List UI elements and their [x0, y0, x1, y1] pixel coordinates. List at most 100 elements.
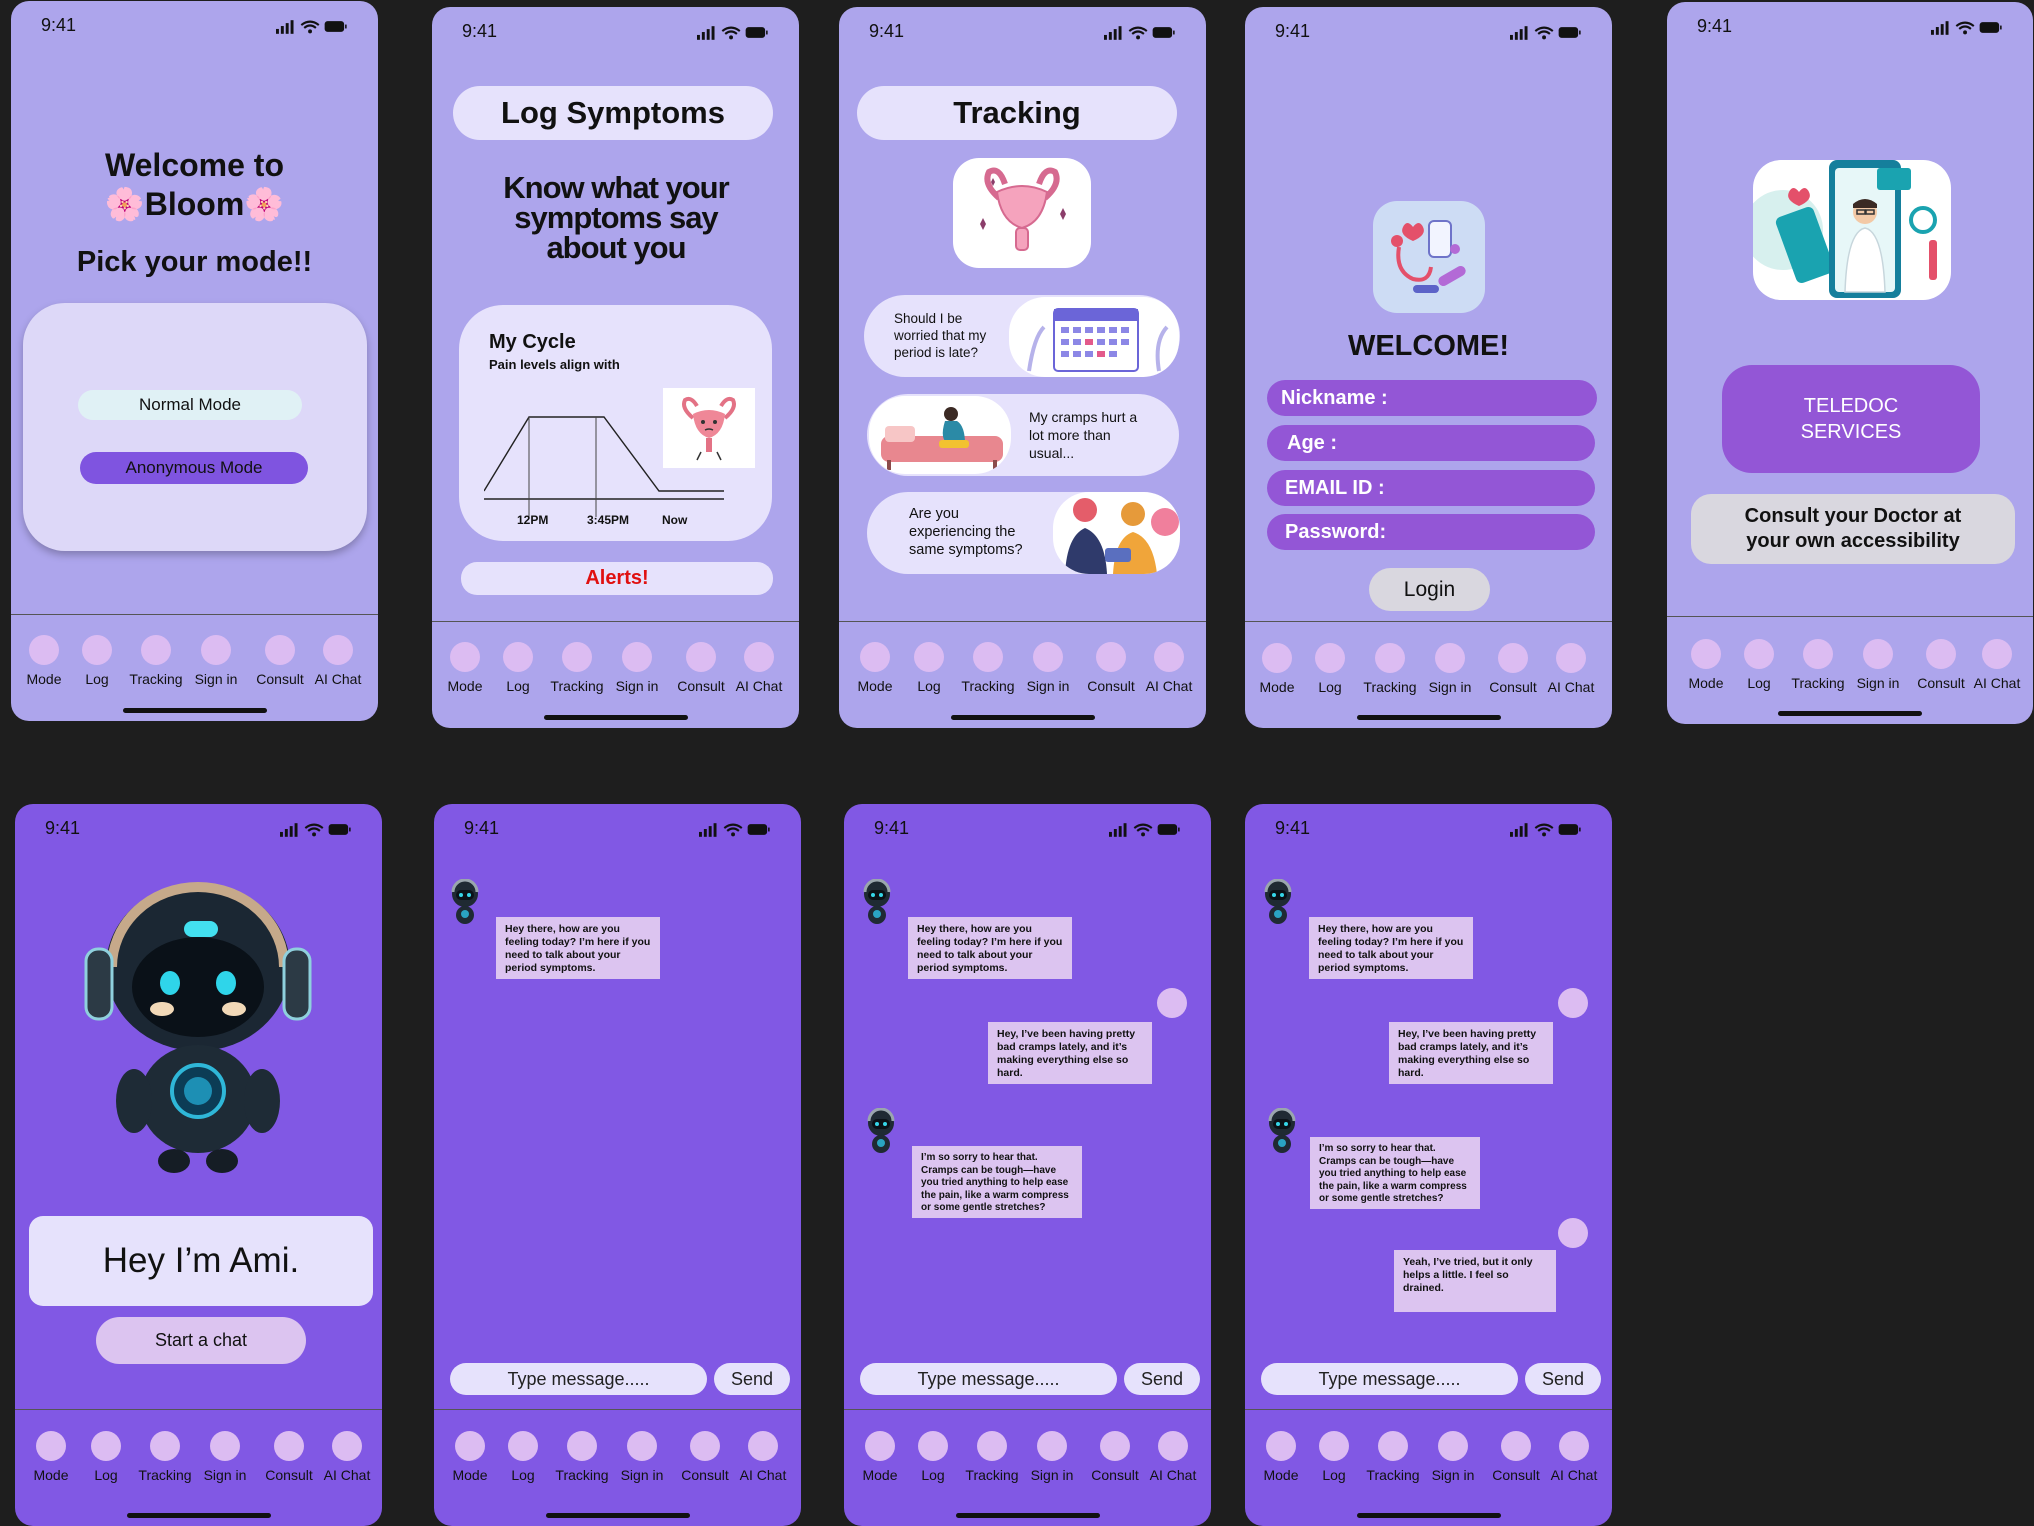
bottom-nav: Mode Log Tracking Sign in Consult AI Cha…: [11, 623, 378, 713]
bottom-nav: Mode Log Tracking Sign in Consult AI Cha…: [844, 1419, 1211, 1509]
nav-dot-icon: [1501, 1431, 1531, 1461]
message-input[interactable]: Type message.....: [450, 1363, 707, 1395]
nav-ai-chat[interactable]: AI Chat: [1531, 643, 1611, 695]
friends-illustration: [1053, 492, 1180, 574]
alerts-button[interactable]: Alerts!: [461, 562, 773, 595]
bottom-nav: Mode Log Tracking Sign in Consult AI Cha…: [15, 1419, 382, 1509]
nav-divider: [1245, 621, 1612, 622]
email-field[interactable]: EMAIL ID :: [1267, 470, 1595, 506]
status-time: 9:41: [45, 818, 81, 838]
nav-ai-chat[interactable]: AI Chat: [723, 1431, 801, 1483]
consult-doctor-button[interactable]: Consult your Doctor at your own accessib…: [1691, 494, 2015, 564]
nav-dot-icon: [1744, 639, 1774, 669]
page-title: Tracking: [857, 86, 1177, 140]
bot-avatar-icon: [862, 879, 892, 925]
bottom-nav: Mode Log Tracking Sign in Consult AI Cha…: [1245, 1419, 1612, 1509]
status-bar: 9:41: [432, 7, 799, 57]
nav-dot-icon: [141, 635, 171, 665]
nav-divider: [1245, 1409, 1612, 1410]
pick-mode-heading: Pick your mode!!: [76, 246, 313, 278]
uterus-illustration: [953, 158, 1091, 268]
ami-greeting-card: Hey I’m Ami.: [29, 1216, 373, 1306]
home-indicator: [1778, 711, 1922, 716]
nav-ai-chat[interactable]: AI Chat: [1957, 639, 2033, 691]
signal-wifi-battery-icon: [280, 822, 352, 838]
nav-dot-icon: [1982, 639, 2012, 669]
screen-tracking: 9:41 Tracking Should I be worried that m…: [839, 7, 1206, 728]
nav-ai-chat[interactable]: AI Chat: [307, 1431, 382, 1483]
password-field[interactable]: Password:: [1267, 514, 1595, 550]
bot-avatar-icon: [866, 1108, 896, 1154]
tick-12pm: 12PM: [517, 513, 549, 527]
status-time: 9:41: [464, 818, 500, 838]
nav-dot-icon: [1498, 643, 1528, 673]
anonymous-mode-button[interactable]: Anonymous Mode: [80, 452, 308, 484]
nav-dot-icon: [503, 642, 533, 672]
nav-divider: [434, 1409, 801, 1410]
nav-ai-chat[interactable]: AI Chat: [1129, 642, 1206, 694]
bot-message: Hey there, how are you feeling today? I’…: [1309, 917, 1473, 979]
status-time: 9:41: [1275, 818, 1311, 838]
bot-avatar-icon: [1263, 879, 1293, 925]
nav-ai-chat[interactable]: AI Chat: [298, 635, 378, 687]
send-button[interactable]: Send: [1525, 1363, 1601, 1395]
nav-dot-icon: [1037, 1431, 1067, 1461]
status-time: 9:41: [1697, 16, 1733, 36]
bot-message: Hey there, how are you feeling today? I’…: [496, 917, 660, 979]
screen-sign-in: 9:41 WELCOME! Nickname : Age : EMAIL ID …: [1245, 7, 1612, 728]
send-button[interactable]: Send: [714, 1363, 790, 1395]
send-button[interactable]: Send: [1124, 1363, 1200, 1395]
nav-divider: [11, 614, 378, 615]
nav-dot-icon: [627, 1431, 657, 1461]
nav-dot-icon: [332, 1431, 362, 1461]
screen-ami: 9:41 Hey I’m Ami. Start a chat Mode Log …: [15, 804, 382, 1526]
home-indicator: [543, 715, 688, 720]
message-input[interactable]: Type message.....: [860, 1363, 1117, 1395]
bottom-nav: Mode Log Tracking Sign in Consult AI Cha…: [1245, 631, 1612, 721]
nav-dot-icon: [1096, 642, 1126, 672]
nav-dot-icon: [1438, 1431, 1468, 1461]
woman-on-couch-icon: [881, 407, 1003, 470]
nav-dot-icon: [150, 1431, 180, 1461]
welcome-heading: Welcome to 🌸Bloom🌸: [104, 147, 285, 222]
health-illustration: [1373, 201, 1485, 313]
welcome-heading: WELCOME!: [1347, 330, 1510, 362]
question-same-symptoms: Are you experiencing the same symptoms?: [909, 506, 1023, 558]
nav-ai-chat[interactable]: AI Chat: [719, 642, 799, 694]
message-input[interactable]: Type message.....: [1261, 1363, 1518, 1395]
nav-dot-icon: [1158, 1431, 1188, 1461]
signal-wifi-battery-icon: [276, 19, 348, 35]
nav-ai-chat[interactable]: AI Chat: [1133, 1431, 1211, 1483]
question-cramps: My cramps hurt a lot more than usual...: [1029, 409, 1138, 461]
nav-dot-icon: [1375, 643, 1405, 673]
nav-dot-icon: [977, 1431, 1007, 1461]
mode-card: [23, 303, 367, 551]
nav-dot-icon: [455, 1431, 485, 1461]
user-avatar: [1558, 1218, 1588, 1248]
signal-wifi-battery-icon: [1510, 25, 1582, 41]
status-bar: 9:41: [1245, 804, 1612, 854]
log-headline: Know what your symptoms say about you: [503, 170, 729, 265]
nav-ai-chat[interactable]: AI Chat: [1534, 1431, 1612, 1483]
bot-message: Hey there, how are you feeling today? I’…: [908, 917, 1072, 979]
start-chat-button[interactable]: Start a chat: [96, 1317, 306, 1364]
nickname-field[interactable]: Nickname :: [1267, 380, 1597, 416]
status-time: 9:41: [869, 21, 905, 41]
nav-dot-icon: [1154, 642, 1184, 672]
tick-now: Now: [662, 513, 688, 527]
login-button[interactable]: Login: [1369, 568, 1490, 611]
nav-dot-icon: [686, 642, 716, 672]
robot-mascot-icon: [84, 882, 312, 1173]
age-field[interactable]: Age :: [1267, 425, 1595, 461]
screen-consult: 9:41 TELEDOC SERVICES Consult your Docto…: [1667, 2, 2033, 724]
teledoc-services-button[interactable]: TELEDOC SERVICES: [1722, 365, 1980, 473]
user-avatar: [1558, 988, 1588, 1018]
nav-divider: [432, 621, 799, 622]
normal-mode-button[interactable]: Normal Mode: [78, 390, 302, 420]
bot-message: I’m so sorry to hear that. Cramps can be…: [1310, 1137, 1480, 1209]
signal-wifi-battery-icon: [697, 25, 769, 41]
friends-talking-icon: [1065, 498, 1179, 574]
nav-dot-icon: [450, 642, 480, 672]
uterus-icon: [980, 167, 1066, 251]
nav-dot-icon: [1863, 639, 1893, 669]
